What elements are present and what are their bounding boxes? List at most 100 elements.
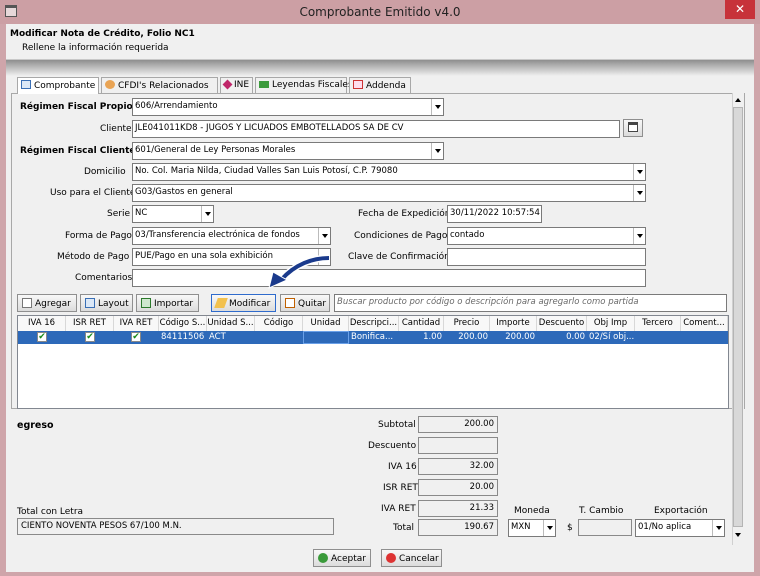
col-header[interactable]: Coment...: [681, 316, 728, 331]
isr-ret-checkbox[interactable]: ✔: [85, 332, 95, 342]
clave-label: Clave de Confirmación: [348, 252, 450, 262]
quitar-button[interactable]: Quitar: [280, 294, 330, 312]
regimen-propio-label: Régimen Fiscal Propio (*): [20, 102, 149, 112]
scroll-down-icon[interactable]: [735, 533, 741, 540]
col-header[interactable]: Código: [255, 316, 303, 331]
serie-value: NC: [135, 208, 148, 218]
col-header[interactable]: Cantidad: [399, 316, 444, 331]
tab-leyendas-fiscales[interactable]: Leyendas Fiscales: [255, 77, 353, 93]
cell-precio[interactable]: 200.00: [444, 331, 490, 344]
chevron-down-icon[interactable]: [431, 143, 443, 159]
clave-field[interactable]: [447, 248, 646, 266]
pencil-icon: [214, 298, 228, 308]
col-header[interactable]: Unidad: [303, 316, 349, 331]
condiciones-select[interactable]: contado: [447, 227, 646, 245]
search-input[interactable]: Buscar producto por código o descripción…: [334, 294, 727, 312]
dialog-title: Modificar Nota de Crédito, Folio NC1: [10, 29, 195, 39]
regimen-propio-select[interactable]: 606/Arrendamiento: [132, 98, 444, 116]
col-header[interactable]: Obj Imp: [587, 316, 635, 331]
cell-obj-imp[interactable]: 02/Sí obj...: [587, 331, 635, 344]
scrollbar-thumb[interactable]: [733, 107, 743, 527]
col-header[interactable]: Unidad S...: [207, 316, 255, 331]
tcambio-label: T. Cambio: [579, 506, 624, 516]
exportacion-value: 01/No aplica: [638, 522, 692, 532]
modificar-label: Modificar: [229, 299, 271, 309]
regimen-cliente-value: 601/General de Ley Personas Morales: [135, 145, 296, 155]
tab-comprobante[interactable]: Comprobante: [17, 77, 99, 94]
condiciones-value: contado: [450, 230, 485, 240]
cell-unidad-s[interactable]: ACT: [207, 331, 255, 344]
domicilio-value: No. Col. Maria Nilda, Ciudad Valles San …: [135, 166, 398, 176]
iva16-field: 32.00: [418, 458, 498, 475]
importar-button[interactable]: Importar: [136, 294, 199, 312]
total-letra-label: Total con Letra: [17, 507, 84, 517]
isr-ret-field: 20.00: [418, 479, 498, 496]
regimen-cliente-select[interactable]: 601/General de Ley Personas Morales: [132, 142, 444, 160]
cliente-field[interactable]: JLE041011KD8 - JUGOS Y LICUADOS EMBOTELL…: [132, 120, 620, 138]
chevron-down-icon[interactable]: [543, 520, 555, 536]
col-header[interactable]: IVA RET: [114, 316, 159, 331]
tcambio-field[interactable]: [578, 519, 632, 536]
agregar-label: Agregar: [35, 299, 71, 309]
regimen-propio-value: 606/Arrendamiento: [135, 101, 218, 111]
iva16-checkbox[interactable]: ✔: [37, 332, 47, 342]
add-icon: [22, 298, 32, 308]
cell-importe[interactable]: 200.00: [490, 331, 537, 344]
exportacion-select[interactable]: 01/No aplica: [635, 519, 725, 537]
scroll-up-icon[interactable]: [735, 95, 741, 102]
users-icon: [105, 80, 115, 89]
close-button[interactable]: ✕: [725, 0, 755, 19]
layout-button[interactable]: Layout: [80, 294, 133, 312]
importar-label: Importar: [154, 299, 194, 309]
tab-cfdis-relacionados[interactable]: CFDI's Relacionados: [101, 77, 218, 93]
col-header[interactable]: Tercero: [635, 316, 681, 331]
domicilio-select[interactable]: No. Col. Maria Nilda, Ciudad Valles San …: [132, 163, 646, 181]
metodo-label: Método de Pago: [57, 252, 130, 262]
cell-descripcion[interactable]: Bonifica...: [349, 331, 399, 344]
col-header[interactable]: ISR RET: [66, 316, 114, 331]
col-header[interactable]: IVA 16: [18, 316, 66, 331]
cancelar-button[interactable]: Cancelar: [381, 549, 442, 567]
serie-select[interactable]: NC: [132, 205, 214, 223]
calendar-icon: [628, 122, 638, 132]
calendar-button[interactable]: [623, 119, 643, 137]
isr-ret-label: ISR RET: [383, 483, 418, 493]
cell-codigo-s[interactable]: 84111506: [159, 331, 207, 344]
tab-addenda[interactable]: Addenda: [349, 77, 411, 93]
quitar-label: Quitar: [298, 299, 327, 309]
exportacion-label: Exportación: [654, 506, 708, 516]
chevron-down-icon[interactable]: [633, 228, 645, 244]
chevron-down-icon[interactable]: [633, 164, 645, 180]
metodo-value: PUE/Pago en una sola exhibición: [135, 251, 273, 261]
col-header[interactable]: Descuento: [537, 316, 587, 331]
condiciones-label: Condiciones de Pago: [354, 231, 448, 241]
col-header[interactable]: Código S...: [159, 316, 207, 331]
modificar-button[interactable]: Modificar: [211, 294, 276, 312]
cancelar-label: Cancelar: [399, 554, 439, 564]
iva-ret-checkbox[interactable]: ✔: [131, 332, 141, 342]
chevron-down-icon[interactable]: [712, 520, 724, 536]
agregar-button[interactable]: Agregar: [17, 294, 77, 312]
comentarios-field[interactable]: [132, 269, 646, 287]
forma-select[interactable]: 03/Transferencia electrónica de fondos: [132, 227, 331, 245]
cell-descuento[interactable]: 0.00: [537, 331, 587, 344]
chevron-down-icon[interactable]: [318, 228, 330, 244]
col-header[interactable]: Importe: [490, 316, 537, 331]
cell-cantidad[interactable]: 1.00: [399, 331, 444, 344]
uso-select[interactable]: G03/Gastos en general: [132, 184, 646, 202]
iva-ret-label: IVA RET: [381, 504, 416, 514]
aceptar-button[interactable]: Aceptar: [313, 549, 371, 567]
col-header[interactable]: Precio: [444, 316, 490, 331]
chevron-down-icon[interactable]: [201, 206, 213, 222]
domicilio-label: Domicilio: [84, 167, 126, 177]
tab-ine[interactable]: INE: [220, 77, 253, 93]
col-header[interactable]: Descripci...: [349, 316, 399, 331]
tab-label: Addenda: [366, 81, 406, 91]
comentarios-label: Comentarios: [75, 273, 133, 283]
chevron-down-icon[interactable]: [633, 185, 645, 201]
uso-value: G03/Gastos en general: [135, 187, 233, 197]
moneda-select[interactable]: MXN: [508, 519, 556, 537]
chevron-down-icon[interactable]: [431, 99, 443, 115]
focused-cell[interactable]: [303, 331, 349, 344]
fecha-field[interactable]: 30/11/2022 10:57:54: [447, 205, 542, 223]
